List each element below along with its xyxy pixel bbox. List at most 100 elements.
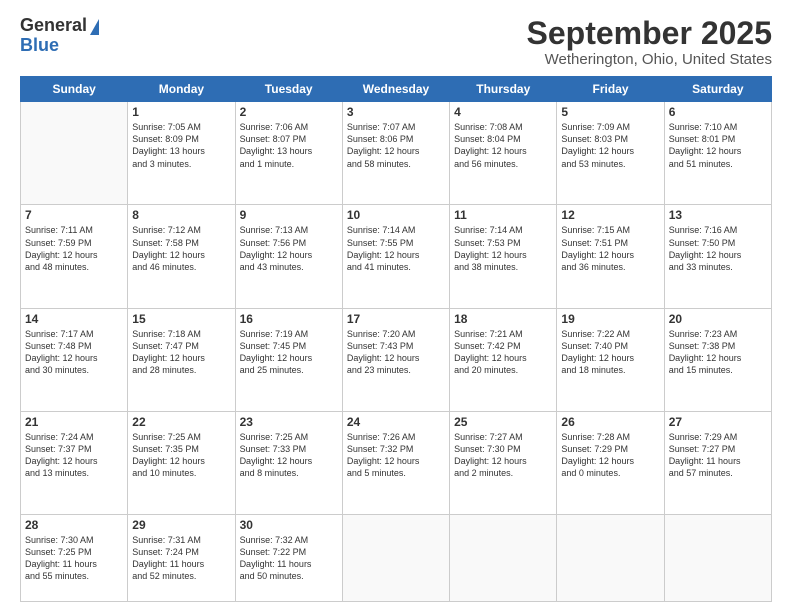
cell-info: Sunrise: 7:30 AMSunset: 7:25 PMDaylight:… (25, 534, 123, 583)
calendar-cell: 27 Sunrise: 7:29 AMSunset: 7:27 PMDayligh… (664, 411, 771, 514)
day-number: 19 (561, 312, 659, 326)
calendar-table: SundayMondayTuesdayWednesdayThursdayFrid… (20, 76, 772, 602)
calendar-cell: 16 Sunrise: 7:19 AMSunset: 7:45 PMDayligh… (235, 308, 342, 411)
cell-info: Sunrise: 7:24 AMSunset: 7:37 PMDaylight:… (25, 431, 123, 480)
day-number: 26 (561, 415, 659, 429)
weekday-header-saturday: Saturday (664, 77, 771, 102)
calendar-cell: 29Sunrise: 7:31 AMSunset: 7:24 PMDayligh… (128, 515, 235, 602)
day-number: 4 (454, 105, 552, 119)
day-number: 27 (669, 415, 767, 429)
day-number: 10 (347, 208, 445, 222)
day-number: 17 (347, 312, 445, 326)
calendar-week-row: 28 Sunrise: 7:30 AMSunset: 7:25 PMDayligh… (21, 515, 772, 602)
day-number: 24 (347, 415, 445, 429)
calendar-cell: 10 Sunrise: 7:14 AMSunset: 7:55 PMDayligh… (342, 205, 449, 308)
calendar-cell (21, 102, 128, 205)
title-area: September 2025 Wetherington, Ohio, Unite… (527, 16, 772, 68)
calendar-cell: 5Sunrise: 7:09 AMSunset: 8:03 PMDaylight… (557, 102, 664, 205)
cell-info: Sunrise: 7:15 AMSunset: 7:51 PMDaylight:… (561, 224, 659, 273)
calendar-week-row: 14Sunrise: 7:17 AMSunset: 7:48 PMDayligh… (21, 308, 772, 411)
weekday-header-thursday: Thursday (450, 77, 557, 102)
cell-info: Sunrise: 7:23 AMSunset: 7:38 PMDaylight:… (669, 328, 767, 377)
day-number: 29 (132, 518, 230, 532)
day-number: 2 (240, 105, 338, 119)
cell-info: Sunrise: 7:11 AMSunset: 7:59 PMDaylight:… (25, 224, 123, 273)
calendar-week-row: 21 Sunrise: 7:24 AMSunset: 7:37 PMDayligh… (21, 411, 772, 514)
cell-info: Sunrise: 7:10 AMSunset: 8:01 PMDaylight:… (669, 121, 767, 170)
calendar-cell: 14Sunrise: 7:17 AMSunset: 7:48 PMDayligh… (21, 308, 128, 411)
cell-info: Sunrise: 7:20 AMSunset: 7:43 PMDaylight:… (347, 328, 445, 377)
day-number: 25 (454, 415, 552, 429)
cell-info: Sunrise: 7:08 AMSunset: 8:04 PMDaylight:… (454, 121, 552, 170)
day-number: 13 (669, 208, 767, 222)
calendar-cell: 28 Sunrise: 7:30 AMSunset: 7:25 PMDayligh… (21, 515, 128, 602)
calendar-cell (450, 515, 557, 602)
calendar-cell: 30 Sunrise: 7:32 AMSunset: 7:22 PMDayligh… (235, 515, 342, 602)
calendar-cell: 23 Sunrise: 7:25 AMSunset: 7:33 PMDayligh… (235, 411, 342, 514)
day-number: 15 (132, 312, 230, 326)
day-number: 6 (669, 105, 767, 119)
day-number: 20 (669, 312, 767, 326)
calendar-cell: 17 Sunrise: 7:20 AMSunset: 7:43 PMDayligh… (342, 308, 449, 411)
calendar-cell: 21 Sunrise: 7:24 AMSunset: 7:37 PMDayligh… (21, 411, 128, 514)
month-title: September 2025 (527, 16, 772, 51)
weekday-header-row: SundayMondayTuesdayWednesdayThursdayFrid… (21, 77, 772, 102)
calendar-cell: 7 Sunrise: 7:11 AMSunset: 7:59 PMDaylight… (21, 205, 128, 308)
day-number: 14 (25, 312, 123, 326)
cell-info: Sunrise: 7:28 AMSunset: 7:29 PMDaylight:… (561, 431, 659, 480)
header-area: General Blue September 2025 Wetherington… (20, 16, 772, 68)
logo: General Blue (20, 16, 99, 56)
day-number: 22 (132, 415, 230, 429)
calendar-cell: 15Sunrise: 7:18 AMSunset: 7:47 PMDayligh… (128, 308, 235, 411)
calendar-cell: 9Sunrise: 7:13 AMSunset: 7:56 PMDaylight… (235, 205, 342, 308)
calendar-cell: 18 Sunrise: 7:21 AMSunset: 7:42 PMDayligh… (450, 308, 557, 411)
calendar-cell (342, 515, 449, 602)
day-number: 7 (25, 208, 123, 222)
cell-info: Sunrise: 7:14 AMSunset: 7:55 PMDaylight:… (347, 224, 445, 273)
weekday-header-friday: Friday (557, 77, 664, 102)
logo-general-text: General (20, 16, 87, 36)
calendar-cell: 19 Sunrise: 7:22 AMSunset: 7:40 PMDayligh… (557, 308, 664, 411)
weekday-header-tuesday: Tuesday (235, 77, 342, 102)
cell-info: Sunrise: 7:14 AMSunset: 7:53 PMDaylight:… (454, 224, 552, 273)
cell-info: Sunrise: 7:09 AMSunset: 8:03 PMDaylight:… (561, 121, 659, 170)
calendar-cell: 11 Sunrise: 7:14 AMSunset: 7:53 PMDayligh… (450, 205, 557, 308)
weekday-header-sunday: Sunday (21, 77, 128, 102)
calendar-cell (557, 515, 664, 602)
calendar-cell: 26 Sunrise: 7:28 AMSunset: 7:29 PMDayligh… (557, 411, 664, 514)
calendar-cell (664, 515, 771, 602)
logo-triangle-icon (90, 19, 99, 35)
cell-info: Sunrise: 7:16 AMSunset: 7:50 PMDaylight:… (669, 224, 767, 273)
calendar-week-row: 1 Sunrise: 7:05 AMSunset: 8:09 PMDaylight… (21, 102, 772, 205)
calendar-week-row: 7 Sunrise: 7:11 AMSunset: 7:59 PMDaylight… (21, 205, 772, 308)
day-number: 18 (454, 312, 552, 326)
calendar-cell: 3 Sunrise: 7:07 AMSunset: 8:06 PMDaylight… (342, 102, 449, 205)
weekday-header-monday: Monday (128, 77, 235, 102)
calendar-cell: 4 Sunrise: 7:08 AMSunset: 8:04 PMDaylight… (450, 102, 557, 205)
day-number: 12 (561, 208, 659, 222)
day-number: 28 (25, 518, 123, 532)
day-number: 3 (347, 105, 445, 119)
cell-info: Sunrise: 7:25 AMSunset: 7:35 PMDaylight:… (132, 431, 230, 480)
day-number: 16 (240, 312, 338, 326)
day-number: 21 (25, 415, 123, 429)
cell-info: Sunrise: 7:19 AMSunset: 7:45 PMDaylight:… (240, 328, 338, 377)
cell-info: Sunrise: 7:12 AMSunset: 7:58 PMDaylight:… (132, 224, 230, 273)
day-number: 30 (240, 518, 338, 532)
cell-info: Sunrise: 7:22 AMSunset: 7:40 PMDaylight:… (561, 328, 659, 377)
cell-info: Sunrise: 7:07 AMSunset: 8:06 PMDaylight:… (347, 121, 445, 170)
cell-info: Sunrise: 7:05 AMSunset: 8:09 PMDaylight:… (132, 121, 230, 170)
cell-info: Sunrise: 7:26 AMSunset: 7:32 PMDaylight:… (347, 431, 445, 480)
cell-info: Sunrise: 7:29 AMSunset: 7:27 PMDaylight:… (669, 431, 767, 480)
calendar-cell: 24 Sunrise: 7:26 AMSunset: 7:32 PMDayligh… (342, 411, 449, 514)
day-number: 1 (132, 105, 230, 119)
calendar-cell: 20 Sunrise: 7:23 AMSunset: 7:38 PMDayligh… (664, 308, 771, 411)
cell-info: Sunrise: 7:21 AMSunset: 7:42 PMDaylight:… (454, 328, 552, 377)
cell-info: Sunrise: 7:13 AMSunset: 7:56 PMDaylight:… (240, 224, 338, 273)
day-number: 8 (132, 208, 230, 222)
cell-info: Sunrise: 7:32 AMSunset: 7:22 PMDaylight:… (240, 534, 338, 583)
day-number: 11 (454, 208, 552, 222)
cell-info: Sunrise: 7:25 AMSunset: 7:33 PMDaylight:… (240, 431, 338, 480)
cell-info: Sunrise: 7:06 AMSunset: 8:07 PMDaylight:… (240, 121, 338, 170)
day-number: 23 (240, 415, 338, 429)
